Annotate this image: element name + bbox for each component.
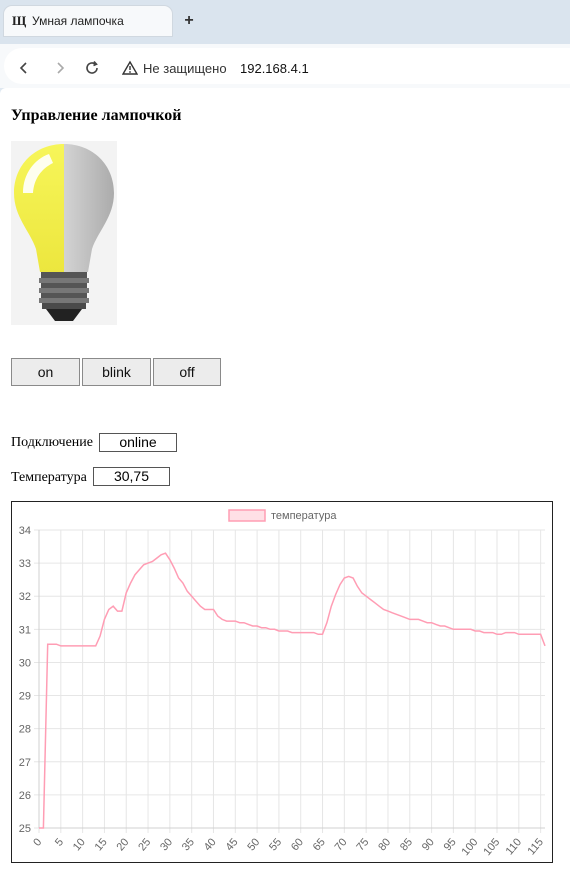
y-tick-label: 34 [19,525,31,537]
temperature-chart: 25 26 27 28 29 30 31 32 33 34 0 5 10 15 20 25 30 35 40 45 50… [11,501,553,863]
x-tick-label: 50 [245,836,262,853]
legend-label: температура [271,510,337,522]
page-title: Управление лампочкой [11,107,182,124]
x-tick-label: 55 [267,836,284,853]
x-tick-label: 85 [398,836,415,853]
blink-button[interactable]: blink [82,358,151,386]
x-tick-label: 5 [53,836,66,848]
x-tick-label: 25 [136,836,153,853]
chart-canvas: 25 26 27 28 29 30 31 32 33 34 0 5 10 15 20 25 30 35 40 45 50… [19,509,546,858]
temperature-value-field: 30,75 [93,467,170,486]
browser-toolbar: Не защищено 192.168.4.1 [0,44,570,88]
security-label[interactable]: Не защищено [143,61,227,76]
x-tick-label: 80 [376,836,393,853]
y-tick-label: 27 [19,757,31,769]
legend-swatch [228,509,266,522]
x-tick-label: 70 [333,836,350,853]
series-line-temperature [39,552,546,829]
x-tick-label: 65 [311,836,328,853]
x-tick-label: 110 [504,836,524,857]
new-tab-button[interactable]: + [180,12,198,30]
tab-title: Умная лампочка [32,14,124,28]
x-tick-label: 40 [202,836,219,853]
off-button[interactable]: off [153,358,221,386]
x-tick-label: 100 [460,836,481,858]
connection-status-field: online [99,433,177,452]
y-tick-label: 31 [19,624,31,636]
browser-tab[interactable]: Щ Умная лампочка [4,6,172,36]
x-tick-label: 95 [442,836,459,853]
x-tick-label: 15 [93,836,110,853]
x-tick-label: 115 [525,836,545,857]
y-tick-label: 25 [19,823,31,835]
browser-tab-bar: Щ Умная лампочка + [0,0,570,44]
x-tick-label: 35 [180,836,197,853]
x-tick-label: 10 [71,836,88,853]
x-tick-label: 30 [158,836,175,853]
back-arrow-icon[interactable] [16,60,32,76]
x-tick-label: 0 [31,836,44,848]
address-bar[interactable]: Не защищено 192.168.4.1 [4,48,570,84]
forward-arrow-icon[interactable] [52,60,68,76]
y-tick-label: 32 [19,591,31,603]
y-tick-label: 33 [19,558,31,570]
x-tick-label: 75 [354,836,371,853]
x-tick-label: 105 [481,836,502,858]
page-content: Управление лампочкой on blink off Подклю… [0,88,570,877]
x-tick-label: 60 [289,836,306,853]
x-tick-label: 45 [224,836,241,853]
url-text[interactable]: 192.168.4.1 [240,61,309,76]
y-tick-label: 26 [19,790,31,802]
x-tick-label: 20 [114,836,131,853]
warning-icon[interactable] [121,60,139,76]
light-bulb-image [11,141,117,325]
favicon-icon: Щ [12,13,27,28]
connection-label: Подключение [11,435,93,450]
temperature-label: Температура [11,470,87,485]
y-tick-label: 29 [19,691,31,703]
reload-icon[interactable] [84,60,100,76]
on-button[interactable]: on [11,358,80,386]
x-tick-label: 90 [420,836,437,853]
y-tick-label: 28 [19,724,31,736]
y-tick-label: 30 [19,657,31,669]
